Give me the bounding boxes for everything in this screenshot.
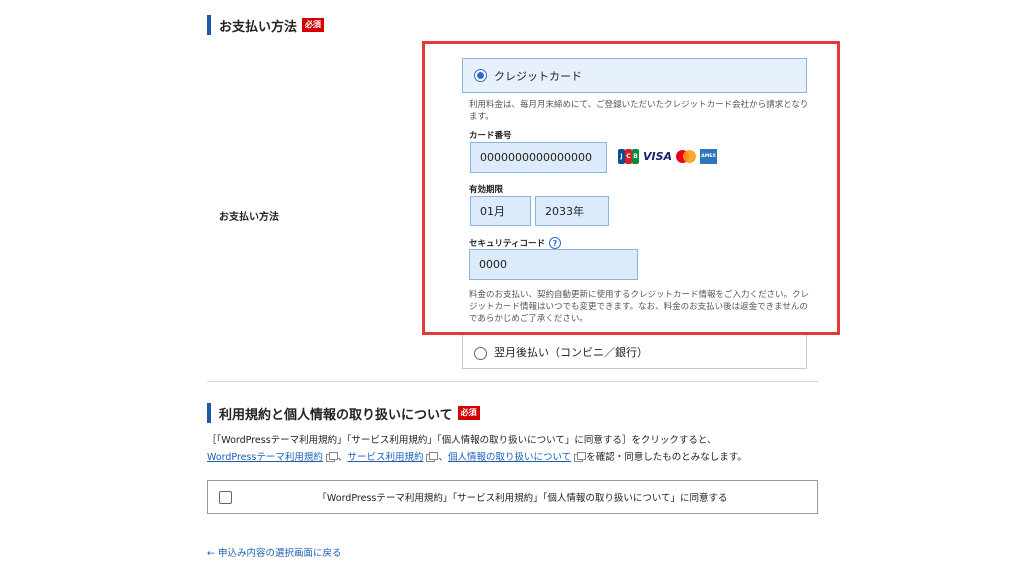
terms-links-line: WordPressテーマ利用規約 、 サービス利用規約 、 個人情報の取り扱いに… [207, 450, 747, 466]
terms-outro-text: を確認・同意したものとみなします。 [586, 452, 747, 463]
external-link-icon [574, 452, 587, 462]
external-link-icon [325, 452, 338, 462]
highlight-frame [422, 41, 840, 335]
deferred-payment-label: 翌月後払い（コンビニ／銀行） [494, 346, 648, 359]
external-link-icon [426, 452, 439, 462]
terms-separator: 、 [438, 452, 448, 463]
required-badge: 必須 [302, 18, 325, 32]
agree-label: 「WordPressテーマ利用規約」「サービス利用規約」「個人情報の取り扱いにつ… [317, 493, 728, 504]
payment-method-heading: お支払い方法 必須 [207, 15, 325, 35]
deferred-payment-radio[interactable] [474, 347, 487, 360]
deferred-payment-option[interactable]: 翌月後払い（コンビニ／銀行） [462, 334, 807, 369]
payment-heading-title: お支払い方法 [219, 19, 298, 35]
heading-accent-bar [207, 403, 211, 423]
privacy-policy-link[interactable]: 個人情報の取り扱いについて [448, 450, 571, 466]
wordpress-terms-link[interactable]: WordPressテーマ利用規約 [207, 450, 323, 466]
service-terms-link[interactable]: サービス利用規約 [347, 450, 423, 466]
section-divider [207, 381, 818, 382]
payment-row-label: お支払い方法 [219, 212, 279, 223]
terms-heading-title: 利用規約と個人情報の取り扱いについて [219, 407, 453, 423]
required-badge: 必須 [457, 406, 480, 420]
terms-separator: 、 [337, 452, 348, 463]
back-to-selection-link[interactable]: ← 申込み内容の選択画面に戻る [207, 545, 341, 559]
terms-heading: 利用規約と個人情報の取り扱いについて 必須 [207, 403, 480, 423]
terms-intro-text: ［「WordPressテーマ利用規約」「サービス利用規約」「個人情報の取り扱いに… [207, 435, 717, 446]
heading-accent-bar [207, 15, 211, 35]
agree-terms-option[interactable]: 「WordPressテーマ利用規約」「サービス利用規約」「個人情報の取り扱いにつ… [207, 480, 818, 514]
